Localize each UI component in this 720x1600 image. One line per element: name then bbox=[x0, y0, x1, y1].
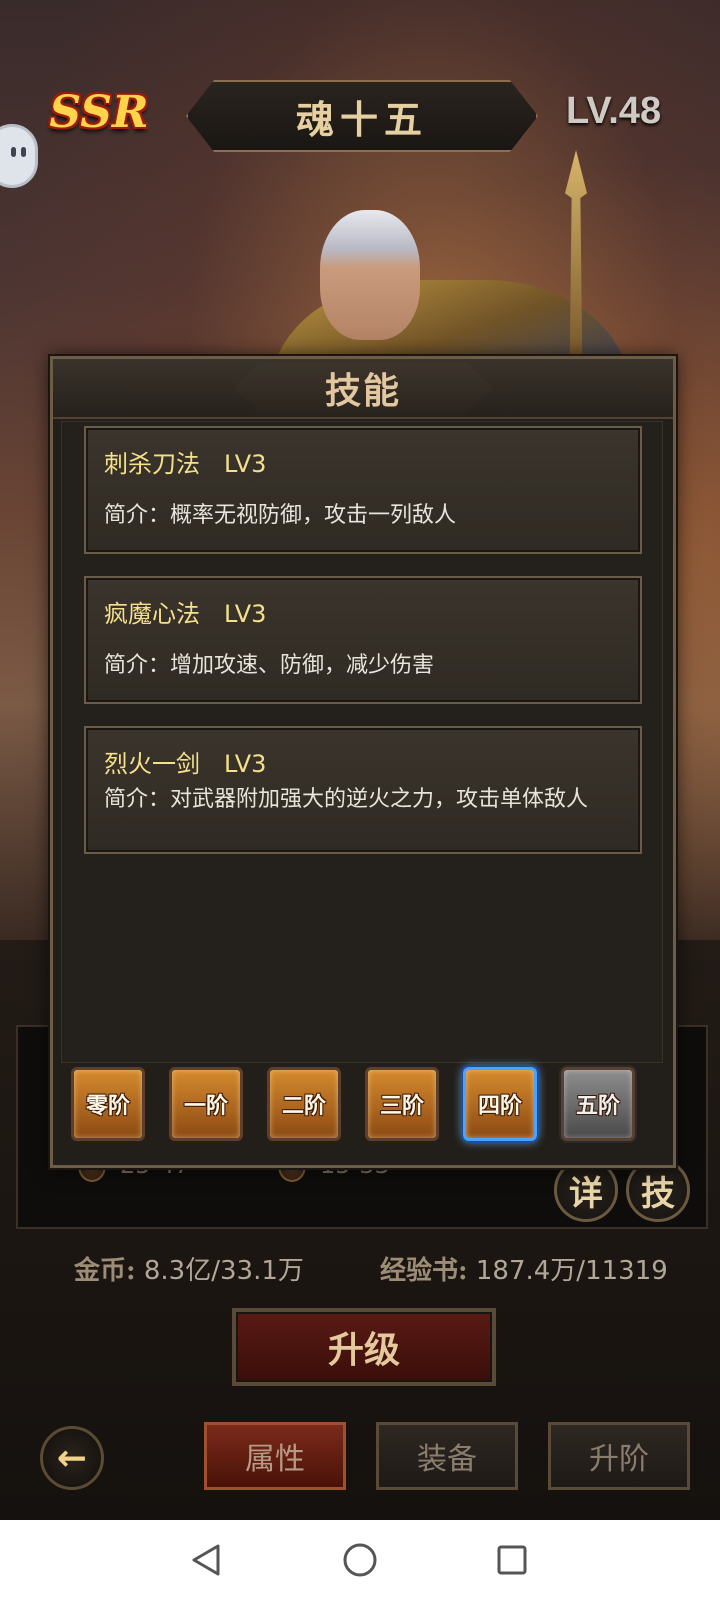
back-arrow-icon[interactable]: ← bbox=[40, 1426, 104, 1490]
tier-button-3[interactable]: 三阶 bbox=[365, 1067, 439, 1141]
skill-title: 疯魔心法 LV3 bbox=[104, 594, 622, 629]
skill-list: 刺杀刀法 LV3 简介：概率无视防御，攻击一列敌人 疯魔心法 LV3 简介：增加攻速… bbox=[61, 421, 663, 1063]
skill-level: LV3 bbox=[224, 750, 267, 778]
skill-card[interactable]: 烈火一剑 LV3 简介：对武器附加强大的逆火之力，攻击单体敌人 bbox=[84, 726, 642, 854]
skill-level: LV3 bbox=[224, 450, 267, 478]
exp-resource: 经验书: 187.4万/11319 bbox=[380, 1250, 668, 1287]
tier-button-4[interactable]: 四阶 bbox=[463, 1067, 537, 1141]
circle-home-icon[interactable] bbox=[340, 1540, 380, 1580]
hero-name: 魂十五 bbox=[295, 96, 428, 142]
square-recents-icon[interactable] bbox=[492, 1540, 532, 1580]
system-nav-bar bbox=[0, 1520, 720, 1600]
tier-button-2[interactable]: 二阶 bbox=[267, 1067, 341, 1141]
gold-label: 金币: bbox=[74, 1256, 136, 1286]
tab-equipment[interactable]: 装备 bbox=[376, 1422, 518, 1490]
skill-card[interactable]: 疯魔心法 LV3 简介：增加攻速、防御，减少伤害 bbox=[84, 576, 642, 704]
skill-popup: 技能 刺杀刀法 LV3 简介：概率无视防御，攻击一列敌人 疯魔心法 LV3 简介：增… bbox=[50, 356, 676, 1168]
tier-button-5[interactable]: 五阶 bbox=[561, 1067, 635, 1141]
upgrade-button[interactable]: 升级 bbox=[232, 1308, 496, 1386]
skill-description: 简介：对武器附加强大的逆火之力，攻击单体敌人 bbox=[104, 787, 589, 812]
tab-advance[interactable]: 升阶 bbox=[548, 1422, 690, 1490]
skill-card[interactable]: 刺杀刀法 LV3 简介：概率无视防御，攻击一列敌人 bbox=[84, 426, 642, 554]
skill-name: 烈火一剑 bbox=[104, 750, 200, 778]
popup-header: 技能 bbox=[53, 359, 673, 419]
gold-resource: 金币: 8.3亿/33.1万 bbox=[74, 1250, 304, 1287]
skill-name: 疯魔心法 bbox=[104, 600, 200, 628]
skill-title: 刺杀刀法 LV3 bbox=[104, 444, 622, 479]
triangle-back-icon[interactable] bbox=[186, 1540, 226, 1580]
hero-head bbox=[320, 210, 420, 340]
tier-button-0[interactable]: 零阶 bbox=[71, 1067, 145, 1141]
skill-name: 刺杀刀法 bbox=[104, 450, 200, 478]
skill-title: 烈火一剑 LV3 bbox=[104, 744, 622, 779]
tier-button-1[interactable]: 一阶 bbox=[169, 1067, 243, 1141]
skill-description: 简介：增加攻速、防御，减少伤害 bbox=[104, 653, 435, 678]
popup-title-plate: 技能 bbox=[233, 363, 493, 413]
exp-label: 经验书: bbox=[380, 1256, 468, 1286]
popup-title: 技能 bbox=[324, 370, 401, 412]
rarity-badge: SSR bbox=[49, 87, 149, 138]
hero-level: LV.48 bbox=[566, 90, 662, 132]
skill-level: LV3 bbox=[224, 600, 267, 628]
exp-value: 187.4万/11319 bbox=[475, 1256, 668, 1286]
tab-attributes[interactable]: 属性 bbox=[204, 1422, 346, 1490]
skill-description: 简介：概率无视防御，攻击一列敌人 bbox=[104, 503, 457, 528]
tier-selector: 零阶 一阶 二阶 三阶 四阶 五阶 bbox=[71, 1067, 651, 1147]
hero-name-plate: 魂十五 bbox=[186, 80, 538, 152]
gold-value: 8.3亿/33.1万 bbox=[143, 1256, 304, 1286]
